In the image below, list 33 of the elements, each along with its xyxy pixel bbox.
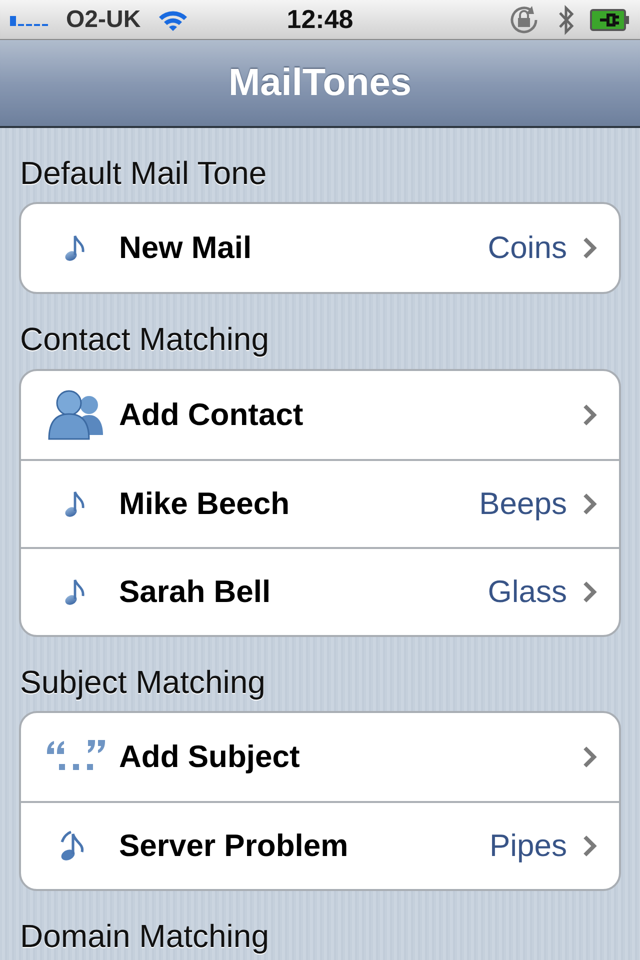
battery-icon [590,8,630,30]
chevron-icon [583,404,597,426]
chevron-icon [583,237,597,260]
section-header: Domain Matching [19,917,270,956]
bluetooth-icon [558,4,574,34]
people-icon [47,388,105,441]
table-row[interactable]: Add Contact [21,370,619,459]
chevron-icon [583,746,597,768]
table-row[interactable]: Mike Beech Beeps [21,458,619,547]
screen-title: MailTones [228,60,412,106]
row-value: Beeps [479,484,567,523]
row-label: Sarah Bell [119,572,271,611]
row-label: Server Problem [119,826,348,865]
chevron-icon [583,492,597,515]
row-label: Mike Beech [119,484,290,523]
signal-icon [10,14,50,26]
chevron-icon [583,580,597,603]
row-label: New Mail [119,229,252,268]
section-header: Default Mail Tone [19,154,268,193]
carrier-name: O2-UK [66,4,141,34]
table-row[interactable]: Sarah Bell Glass [21,546,619,635]
clock-time: 12:48 [286,3,354,36]
section-header: Contact Matching [19,320,270,360]
table-row[interactable]: Add Subject [21,713,619,802]
table-row[interactable]: Server Problem Pipes [21,801,619,890]
table-row[interactable]: New Mail Coins [21,204,619,292]
row-label: Add Subject [119,738,300,776]
row-value: Glass [488,572,567,611]
row-value: Coins [488,229,567,268]
row-label: Add Contact [119,396,304,434]
section-header: Subject Matching [19,662,266,702]
row-value: Pipes [489,826,567,865]
chevron-icon [583,835,597,858]
